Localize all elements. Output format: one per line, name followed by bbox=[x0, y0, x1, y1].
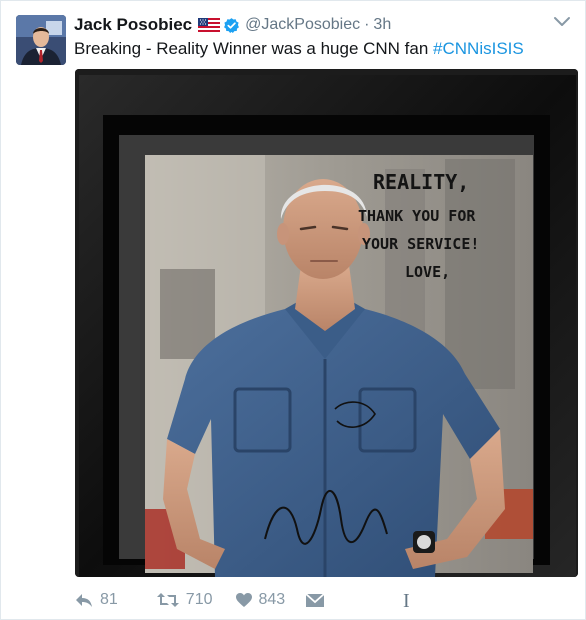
inscription-line-2: THANK YOU FOR bbox=[358, 207, 476, 225]
chevron-down-icon[interactable] bbox=[553, 15, 571, 29]
reply-button[interactable]: 81 bbox=[74, 591, 118, 609]
us-flag-icon bbox=[198, 18, 221, 32]
inscription-line-3: YOUR SERVICE! bbox=[362, 235, 479, 253]
hashtag-link[interactable]: #CNNisISIS bbox=[433, 39, 524, 58]
inscription-line-4: LOVE, bbox=[405, 263, 450, 281]
reply-count: 81 bbox=[100, 591, 118, 608]
avatar[interactable] bbox=[16, 15, 66, 65]
tweet-card[interactable]: Jack Posobiec @JackPosobiec · 3h Breakin… bbox=[0, 0, 586, 620]
retweet-icon bbox=[156, 593, 179, 607]
author-handle[interactable]: @JackPosobiec bbox=[245, 16, 360, 34]
heart-icon bbox=[235, 593, 252, 607]
direct-message-button[interactable] bbox=[305, 592, 325, 608]
verified-badge-icon bbox=[223, 17, 240, 34]
retweet-count: 710 bbox=[185, 591, 213, 608]
tweet-header: Jack Posobiec @JackPosobiec · 3h bbox=[74, 12, 391, 38]
timestamp[interactable]: 3h bbox=[373, 16, 391, 34]
tweet-text: Breaking - Reality Winner was a huge CNN… bbox=[74, 38, 524, 60]
retweet-button[interactable]: 710 bbox=[156, 591, 213, 609]
envelope-icon bbox=[305, 593, 325, 607]
framed-photo-image: REALITY, THANK YOU FOR YOUR SERVICE! LOV… bbox=[75, 69, 578, 577]
text-cursor: I bbox=[403, 590, 410, 612]
like-count: 843 bbox=[258, 591, 286, 608]
tweet-actions: 81 710 843 bbox=[74, 588, 325, 612]
inscription-line-1: REALITY, bbox=[373, 170, 469, 194]
tweet-text-body: Breaking - Reality Winner was a huge CNN… bbox=[74, 39, 434, 58]
author-name[interactable]: Jack Posobiec bbox=[74, 15, 192, 35]
avatar-image bbox=[16, 15, 66, 65]
like-button[interactable]: 843 bbox=[235, 591, 286, 609]
reply-icon bbox=[76, 594, 92, 607]
separator-dot: · bbox=[364, 16, 370, 33]
tweet-photo[interactable]: REALITY, THANK YOU FOR YOUR SERVICE! LOV… bbox=[75, 69, 578, 577]
